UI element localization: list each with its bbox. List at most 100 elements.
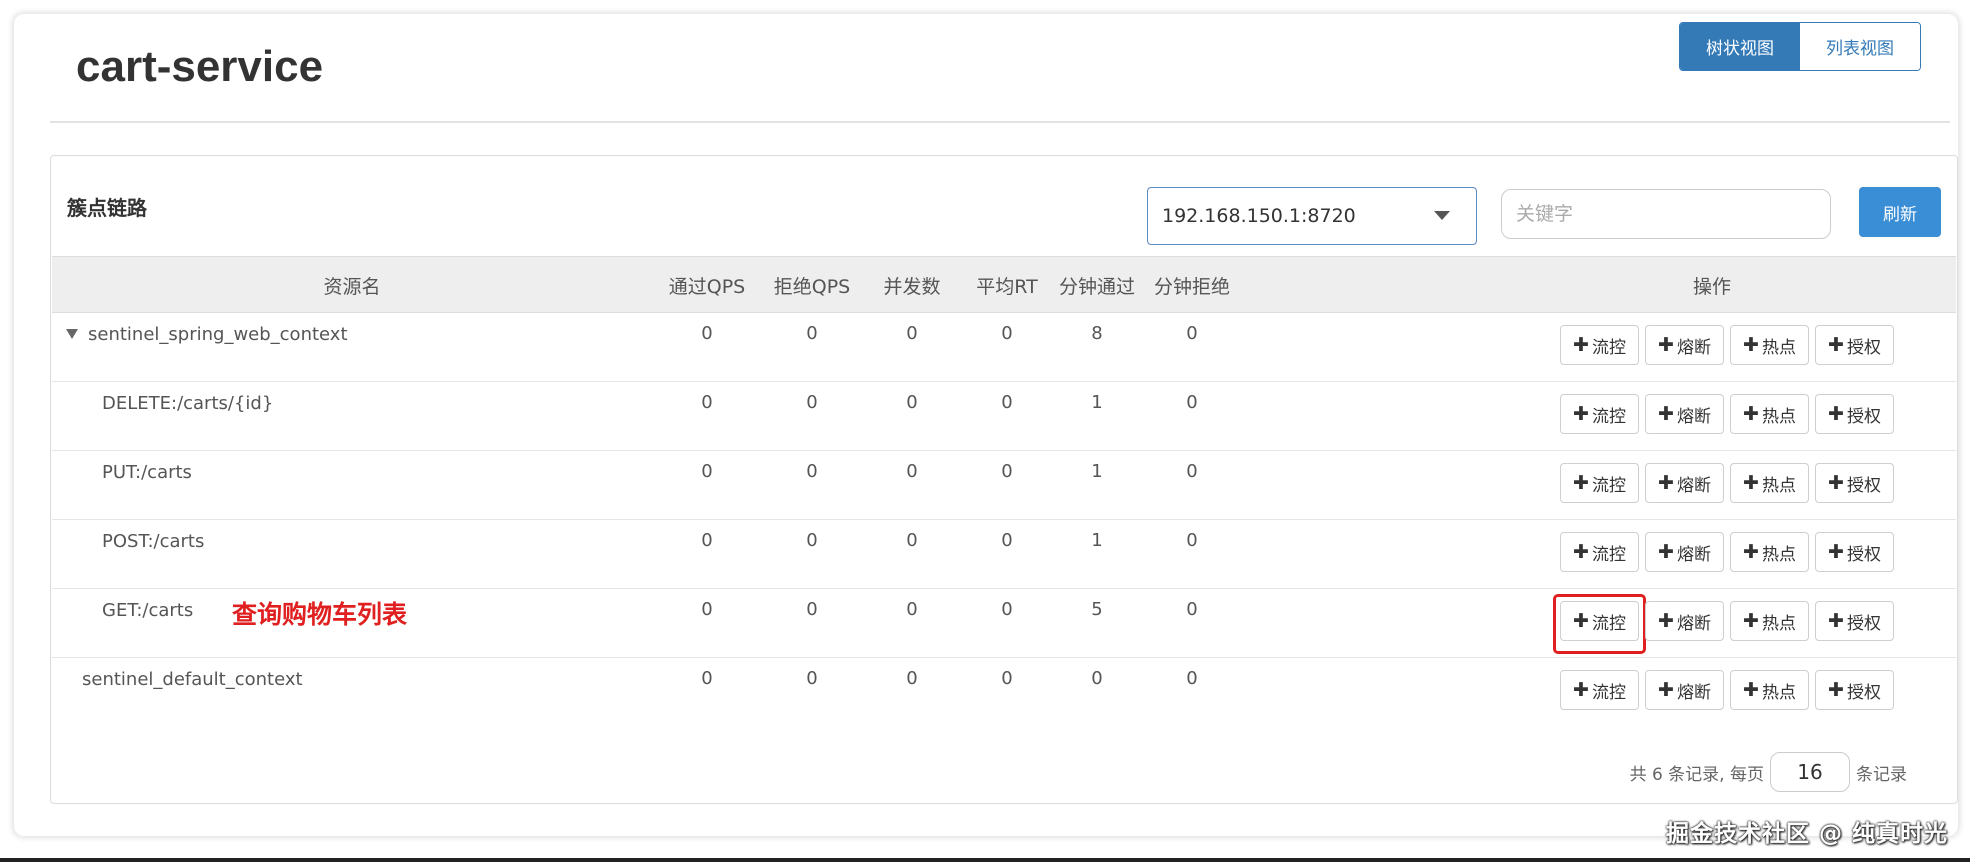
view-toggle: 树状视图 列表视图	[1679, 22, 1921, 71]
plus-icon: ✚	[1743, 334, 1759, 356]
plus-icon: ✚	[1828, 610, 1844, 632]
degrade-button[interactable]: ✚ 熔断	[1645, 532, 1724, 572]
page-size-input[interactable]: 16	[1770, 752, 1850, 792]
pagination: 共 6 条记录, 每页 16 条记录	[1630, 752, 1907, 792]
authority-button[interactable]: ✚ 授权	[1815, 532, 1894, 572]
plus-icon: ✚	[1573, 472, 1589, 494]
flow-control-button[interactable]: ✚ 流控	[1560, 394, 1639, 434]
machine-select[interactable]: 192.168.150.1:8720	[1147, 187, 1477, 245]
watermark: 掘金技术社区 @ 纯真时光	[1665, 821, 1948, 847]
minute-pass-cell: 0	[1091, 667, 1103, 689]
minute-block-cell: 0	[1186, 598, 1198, 620]
plus-icon: ✚	[1573, 610, 1589, 632]
header-actions: 操作	[1692, 276, 1731, 298]
concurrency-cell: 0	[906, 391, 918, 413]
hotspot-button[interactable]: ✚ 热点	[1730, 325, 1809, 365]
flow-control-button[interactable]: ✚ 流控	[1560, 463, 1639, 503]
concurrency-cell: 0	[906, 322, 918, 344]
degrade-button[interactable]: ✚ 熔断	[1645, 394, 1724, 434]
plus-icon: ✚	[1828, 472, 1844, 494]
flow-control-label: 流控	[1591, 613, 1626, 634]
list-view-button[interactable]: 列表视图	[1800, 23, 1920, 70]
hotspot-label: 热点	[1761, 475, 1796, 496]
degrade-label: 熔断	[1676, 613, 1711, 634]
tree-collapse-icon[interactable]	[66, 329, 78, 339]
plus-icon: ✚	[1828, 334, 1844, 356]
flow-control-label: 流控	[1591, 475, 1626, 496]
flow-control-button[interactable]: ✚ 流控	[1560, 670, 1639, 710]
plus-icon: ✚	[1743, 541, 1759, 563]
row-actions: ✚ 流控 ✚ 熔断 ✚ 热点 ✚ 授权	[1560, 670, 1894, 710]
concurrency-cell: 0	[906, 460, 918, 482]
degrade-button[interactable]: ✚ 熔断	[1645, 601, 1724, 641]
plus-icon: ✚	[1743, 679, 1759, 701]
flow-control-button[interactable]: ✚ 流控	[1560, 325, 1639, 365]
plus-icon: ✚	[1743, 610, 1759, 632]
table-row: sentinel_spring_web_context 0 0 0 0 8 0 ✚ 流控 ✚ 熔断 ✚…	[52, 313, 1956, 382]
pagination-prefix: 共 6 条记录, 每页	[1629, 764, 1764, 785]
degrade-label: 熔断	[1676, 337, 1711, 358]
plus-icon: ✚	[1658, 334, 1674, 356]
bottom-bar	[0, 858, 1970, 862]
concurrency-cell: 0	[906, 598, 918, 620]
flow-control-button[interactable]: ✚ 流控	[1560, 532, 1639, 572]
degrade-button[interactable]: ✚ 熔断	[1645, 325, 1724, 365]
degrade-button[interactable]: ✚ 熔断	[1645, 670, 1724, 710]
degrade-label: 熔断	[1676, 406, 1711, 427]
minute-pass-cell: 1	[1091, 391, 1103, 413]
authority-label: 授权	[1846, 613, 1881, 634]
authority-button[interactable]: ✚ 授权	[1815, 463, 1894, 503]
degrade-label: 熔断	[1676, 682, 1711, 703]
degrade-label: 熔断	[1676, 475, 1711, 496]
flow-control-label: 流控	[1591, 544, 1626, 565]
minute-pass-cell: 1	[1091, 529, 1103, 551]
block-qps-cell: 0	[806, 322, 818, 344]
flow-control-button[interactable]: ✚ 流控	[1553, 594, 1646, 654]
plus-icon: ✚	[1658, 472, 1674, 494]
resource-name: DELETE:/carts/{id}	[102, 392, 274, 414]
concurrency-cell: 0	[906, 667, 918, 689]
hotspot-button[interactable]: ✚ 热点	[1730, 670, 1809, 710]
block-qps-cell: 0	[806, 667, 818, 689]
pass-qps-cell: 0	[701, 667, 713, 689]
pass-qps-cell: 0	[701, 460, 713, 482]
resource-name: POST:/carts	[102, 530, 205, 552]
hotspot-button[interactable]: ✚ 热点	[1730, 394, 1809, 434]
authority-button[interactable]: ✚ 授权	[1815, 670, 1894, 710]
row-actions: ✚ 流控 ✚ 熔断 ✚ 热点 ✚ 授权	[1560, 463, 1894, 503]
hotspot-button[interactable]: ✚ 热点	[1730, 601, 1809, 641]
keyword-search-input[interactable]	[1501, 189, 1831, 239]
authority-button[interactable]: ✚ 授权	[1815, 394, 1894, 434]
refresh-button[interactable]: 刷新	[1859, 187, 1941, 237]
plus-icon: ✚	[1828, 679, 1844, 701]
hotspot-label: 热点	[1761, 544, 1796, 565]
pagination-suffix: 条记录	[1856, 764, 1907, 785]
app-window: cart-service 树状视图 列表视图 簇点链路 192.168.150.…	[14, 14, 1958, 836]
minute-block-cell: 0	[1186, 529, 1198, 551]
degrade-button[interactable]: ✚ 熔断	[1645, 463, 1724, 503]
hotspot-label: 热点	[1761, 337, 1796, 358]
resource-name: PUT:/carts	[102, 461, 192, 483]
authority-button[interactable]: ✚ 授权	[1815, 601, 1894, 641]
hotspot-button[interactable]: ✚ 热点	[1730, 463, 1809, 503]
minute-block-cell: 0	[1186, 322, 1198, 344]
degrade-label: 熔断	[1676, 544, 1711, 565]
authority-label: 授权	[1846, 682, 1881, 703]
minute-block-cell: 0	[1186, 667, 1198, 689]
plus-icon: ✚	[1658, 541, 1674, 563]
resource-name: sentinel_spring_web_context	[88, 323, 348, 345]
hotspot-label: 热点	[1761, 682, 1796, 703]
tree-view-button[interactable]: 树状视图	[1680, 23, 1800, 70]
resource-name: GET:/carts	[102, 599, 194, 621]
table-row: POST:/carts 0 0 0 0 1 0 ✚ 流控 ✚ 熔断 ✚ 热点 ✚ 授权	[52, 520, 1956, 589]
hotspot-button[interactable]: ✚ 热点	[1730, 532, 1809, 572]
plus-icon: ✚	[1828, 541, 1844, 563]
authority-label: 授权	[1846, 406, 1881, 427]
plus-icon: ✚	[1573, 541, 1589, 563]
pass-qps-cell: 0	[701, 529, 713, 551]
resource-name-cell: PUT:/carts	[102, 451, 192, 493]
table-body: sentinel_spring_web_context 0 0 0 0 8 0 ✚ 流控 ✚ 熔断 ✚…	[52, 313, 1956, 727]
authority-button[interactable]: ✚ 授权	[1815, 325, 1894, 365]
row-actions: ✚ 流控 ✚ 熔断 ✚ 热点 ✚ 授权	[1560, 532, 1894, 572]
avg-rt-cell: 0	[1001, 322, 1013, 344]
